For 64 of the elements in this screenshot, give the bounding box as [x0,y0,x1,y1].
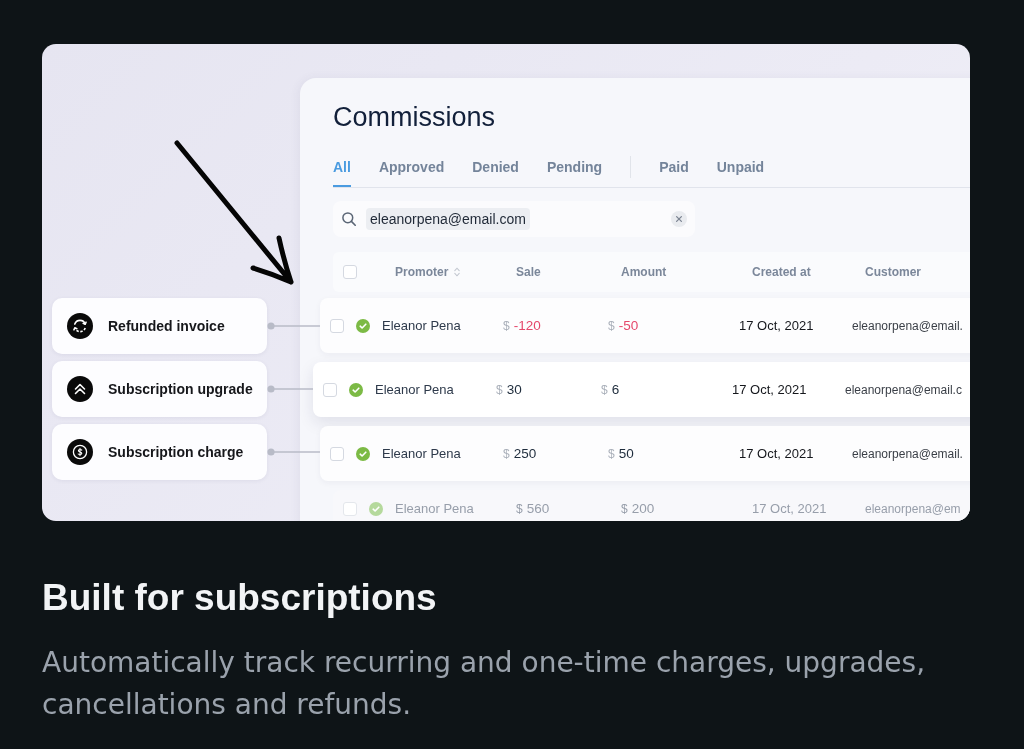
select-all-checkbox[interactable] [343,265,357,279]
table-cell: 30 [506,382,522,397]
table-cell-text: eleanorpena@em [865,502,962,516]
feature-heading: Built for subscriptions [42,578,438,618]
currency-symbol: $ [601,382,608,397]
row-checkbox[interactable] [323,382,337,397]
table-cell-text: eleanorpena@email.c [845,382,963,397]
table-cell-text: Eleanor Pena [382,318,462,333]
column-header: Promoter [395,265,449,279]
row-checkbox[interactable] [330,446,344,461]
currency-symbol: $ [608,446,615,461]
column-header: Created at [752,265,811,279]
search-field[interactable]: eleanorpena@email.com [333,201,695,237]
table-cell-text: Eleanor Pena [375,382,455,397]
table-cell: 250 [513,446,537,461]
search-icon [342,212,356,226]
currency-symbol: $ [503,318,510,333]
table-cell-text: 17 Oct, 2021 [739,446,815,461]
currency-symbol: $ [608,318,615,333]
column-header: Customer [865,265,921,279]
connector-line [267,322,320,330]
table-cell: 50 [618,446,634,461]
clear-icon[interactable] [671,211,687,227]
table-cell-text: 17 Oct, 2021 [739,318,815,333]
panel-title: Commissions [333,101,497,133]
table-cell: -120 [513,318,541,333]
currency-symbol: $ [496,382,503,397]
table-row[interactable]: Eleanor Pena $ 30 $ 6 17 Oct, 2021 eleanorpena@email.c [313,362,970,417]
table-cell-text: 17 Oct, 2021 [732,382,808,397]
table-cell-text: Eleanor Pena [382,446,462,461]
sort-icon[interactable] [454,267,461,277]
currency-symbol: $ [516,502,523,516]
column-header: Sale [516,265,541,279]
dollar-coin-icon [67,439,93,465]
feature-description: Automatically track recurring and one-time charges, upgrades, cancellations and refunds. [42,645,927,723]
filter-tab[interactable]: Denied [472,158,519,187]
currency-symbol: $ [503,446,510,461]
row-checkbox[interactable] [343,502,357,516]
circular-arrows-icon [67,313,93,339]
table-cell-text: Eleanor Pena [395,502,475,516]
filter-tab[interactable]: Unpaid [716,158,765,187]
callout-label: Subscription charge [108,444,244,460]
table-row[interactable]: Eleanor Pena $ 250 $ 50 17 Oct, 2021 eleanorpena@email. [320,426,970,481]
callout-label: Refunded invoice [108,318,225,334]
filter-tab[interactable]: Approved [378,158,445,187]
table-cell: 560 [526,502,550,516]
double-chevron-up-icon [67,376,93,402]
table-row[interactable]: Eleanor Pena $ -120 $ -50 17 Oct, 2021 eleanorpena@email. [320,298,970,353]
search-query: eleanorpena@email.com [366,208,530,230]
table-cell: 6 [611,382,620,397]
filter-tab[interactable]: Paid [659,158,689,187]
currency-symbol: $ [621,502,628,516]
table-cell-text: eleanorpena@email. [852,446,964,461]
column-header: Amount [621,265,667,279]
table-cell: 200 [631,502,655,516]
connector-line [267,385,313,393]
table-cell: -50 [618,318,639,333]
connector-line [267,448,320,456]
filter-tab[interactable]: Pending [546,158,603,187]
filter-tab[interactable]: All [333,158,351,187]
table-cell-text: 17 Oct, 2021 [752,502,828,516]
table-cell-text: eleanorpena@email. [852,318,964,333]
callout-label: Subscription upgrade [108,381,253,397]
row-checkbox[interactable] [330,318,344,333]
